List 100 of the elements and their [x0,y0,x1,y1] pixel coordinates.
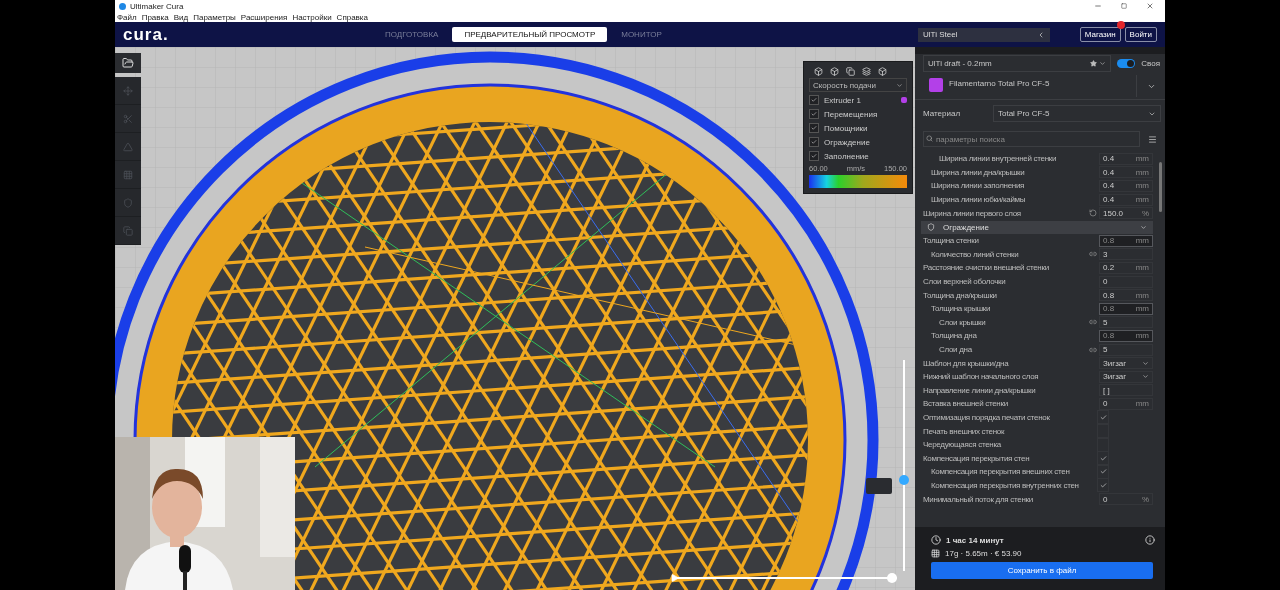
legend-checkbox[interactable] [809,109,819,119]
menu-item[interactable]: Расширения [240,12,288,22]
open-file-button[interactable] [115,53,141,73]
copy-icon [123,225,133,236]
legend-checkbox[interactable] [809,137,819,147]
scrollbar[interactable] [1159,162,1162,212]
setting-label: Ширина линии первого слоя [923,208,1022,218]
setting-checkbox[interactable] [1097,410,1109,425]
setting-checkbox[interactable] [1097,464,1109,479]
setting-label: Ширина линии внутренней стенки [939,154,1058,164]
setting-label: Слои верхней оболочки [923,277,1007,287]
printer-selector[interactable]: UlTi Steel [918,27,1050,42]
check-icon [1099,414,1107,421]
logo: cura. [123,24,170,45]
path-slider[interactable] [675,573,897,583]
setting-field[interactable]: 0 [1099,275,1153,288]
setting-label: Слои крышки [939,317,987,327]
app-icon [119,2,126,10]
setting-label: Толщина дна [931,331,978,341]
legend-checkbox[interactable] [809,95,819,105]
setting-label: Нижний шаблон начального слоя [923,372,1040,382]
scissors-icon [123,113,133,124]
setting-checkbox[interactable] [1097,451,1109,466]
setting-label: Толщина дна/крышки [923,290,998,300]
layer-number-tag [866,478,892,494]
stage-tab[interactable]: ПРЕДВАРИТЕЛЬНЫЙ ПРОСМОТР [452,27,608,42]
setting-label: Вставка внешней стенки [923,399,1009,409]
setting-field[interactable]: [ ] [1099,384,1153,397]
legend-label: Перемещения [824,109,878,119]
chevron-icon [1037,30,1045,39]
menu-item[interactable]: Вид [173,12,189,22]
toggle-label: Своя [1141,59,1160,68]
path-handle[interactable] [887,573,897,583]
header-button[interactable]: Магазин [1079,27,1121,42]
menu-item[interactable]: Параметры [193,12,236,22]
setting-label: Толщина стенки [923,236,980,246]
header-button[interactable]: Войти [1124,27,1157,42]
material-dropdown[interactable]: Total Pro CF-5 [993,105,1161,122]
legend-label: Ограждение [824,137,870,147]
setting-label: Печать внешних стенок [923,426,1006,436]
setting-label: Толщина крышки [931,304,992,314]
section-header[interactable]: Ограждение [921,220,1153,234]
minimize-icon[interactable] [1094,2,1102,10]
menu-item[interactable]: Правка [141,12,169,22]
setting-field[interactable]: 0.8 mm [1099,289,1153,302]
setting-label: Оптимизация порядка печати стенок [923,413,1051,422]
menu-item[interactable]: Файл [117,12,137,22]
legend-label: Extruder 1 [824,95,861,105]
setting-label: Минимальный поток для стенки [923,494,1034,504]
chevron-icon [1099,60,1107,67]
color-scheme-dropdown[interactable]: Скорость подачи [809,78,907,92]
setting-dropdown[interactable]: Зигзаг [1099,357,1153,370]
print-time: 1 час 14 минут [946,535,1004,545]
grid-icon [123,169,133,180]
menu-icon[interactable] [1148,134,1157,144]
menu-item[interactable]: Настройки [292,12,332,22]
legend-checkbox[interactable] [809,123,819,133]
setting-label: Шаблон для крышки/дна [923,358,1010,368]
setting-field[interactable]: 0.4 mm [1099,193,1153,206]
menu-item[interactable]: Справка [336,12,368,22]
setting-field[interactable]: 0.4 mm [1099,166,1153,179]
setting-label: Чередующаяся стенка [923,440,1002,450]
check-icon [811,139,817,145]
setting-field[interactable]: 0.2 mm [1099,261,1153,274]
setting-field[interactable]: 0 % [1099,493,1153,506]
info-icon[interactable] [1145,535,1155,545]
play-icon[interactable] [671,574,679,582]
extruder-icon [929,78,943,92]
material-label: Материал [923,109,962,118]
shield-icon [927,223,935,232]
setting-label: Ширина линии заполнения [931,181,1026,191]
reset-icon[interactable] [1089,209,1097,218]
maximize-icon[interactable] [1121,3,1127,9]
check-icon [811,125,817,131]
stage-tab[interactable]: ПОДГОТОВКА [373,27,451,42]
close-icon[interactable] [1146,2,1154,10]
profile-dropdown[interactable]: UlTi draft - 0.2mm [923,55,1112,72]
setting-label: Компенсация перекрытия стен [923,453,1031,463]
search-field[interactable]: параметры поиска [923,131,1140,147]
setting-label: Направление линии дна/крышки [923,385,1037,395]
material-estimate: 17g · 5.65m · € 53.90 [945,549,1022,558]
setting-field[interactable]: 150.0 % [1099,207,1153,220]
setting-field[interactable]: 0.4 mm [1099,180,1153,192]
shield-icon [123,197,133,208]
custom-toggle[interactable] [1117,59,1136,68]
clock-icon [931,535,941,545]
setting-field[interactable]: 0 mm [1099,397,1153,410]
check-icon [811,111,817,117]
move-icon [123,85,133,96]
save-button[interactable]: Сохранить в файл [931,562,1153,579]
layer-handle[interactable] [899,474,909,485]
legend-checkbox[interactable] [809,151,819,161]
setting-label: Расстояние очистки внешней стенки [923,263,1050,273]
setting-checkbox[interactable] [1097,478,1109,493]
search-icon [926,135,933,142]
stage-tab[interactable]: МОНИТОР [609,27,674,42]
check-icon [811,153,817,159]
chevron-icon [896,81,903,89]
setting-field[interactable]: 0.4 mm [1099,152,1153,165]
setting-dropdown[interactable]: Зигзаг [1099,370,1153,383]
